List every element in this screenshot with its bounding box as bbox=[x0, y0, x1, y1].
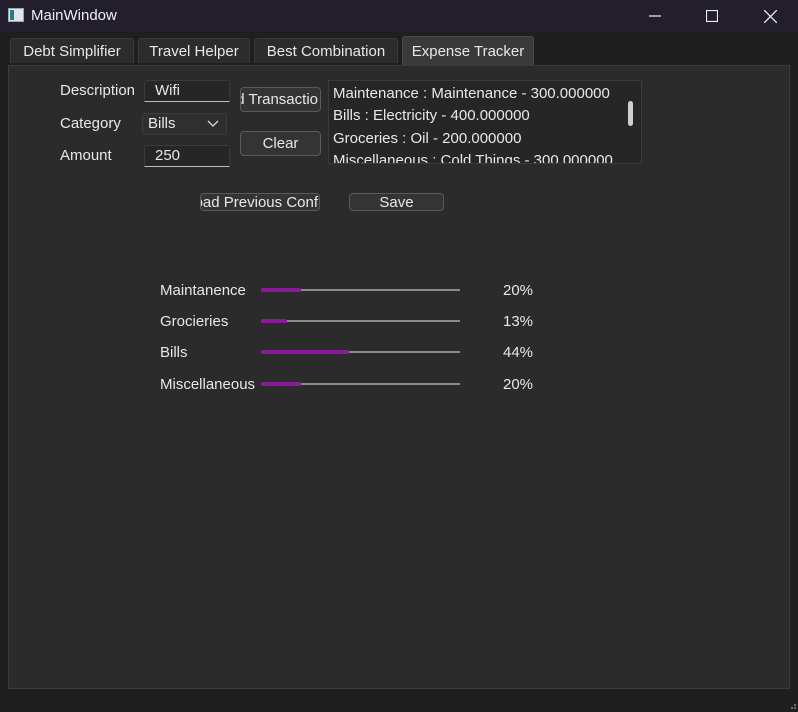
maximize-icon bbox=[706, 10, 718, 22]
maximize-button[interactable] bbox=[683, 0, 741, 32]
app-icon bbox=[8, 8, 24, 22]
tab-label: Best Combination bbox=[266, 42, 386, 60]
tab-label: Expense Tracker bbox=[411, 43, 525, 60]
tab-expense-tracker[interactable]: Expense Tracker bbox=[402, 36, 534, 66]
tab-debt-simplifier[interactable]: Debt Simplifier bbox=[10, 38, 134, 63]
clear-label: Clear bbox=[262, 135, 299, 152]
close-icon bbox=[763, 9, 777, 23]
miscellaneous-slider-fill bbox=[261, 382, 301, 386]
description-input[interactable]: Wifi bbox=[144, 80, 230, 102]
resize-grip-icon[interactable] bbox=[788, 701, 797, 710]
load-previous-config-button[interactable]: oad Previous Conf bbox=[200, 193, 320, 211]
window-title: MainWindow bbox=[31, 7, 117, 24]
bills-label: Bills bbox=[160, 344, 188, 361]
category-select[interactable]: Bills bbox=[142, 113, 227, 135]
bills-slider-fill bbox=[261, 350, 349, 354]
maintenance-label: Maintanence bbox=[160, 282, 246, 299]
category-label: Category bbox=[60, 115, 121, 132]
maintenance-slider-fill bbox=[261, 288, 301, 292]
list-scrollbar[interactable] bbox=[628, 101, 633, 126]
groceries-label: Grocieries bbox=[160, 313, 229, 330]
list-item[interactable]: Groceries : Oil - 200.000000 bbox=[333, 130, 521, 147]
save-label: Save bbox=[379, 193, 414, 211]
miscellaneous-percent: 20% bbox=[503, 376, 534, 393]
miscellaneous-label: Miscellaneous bbox=[160, 376, 256, 393]
close-button[interactable] bbox=[741, 0, 798, 32]
load-previous-label: oad Previous Conf bbox=[200, 193, 318, 211]
maintenance-percent: 20% bbox=[503, 282, 534, 299]
save-button[interactable]: Save bbox=[349, 193, 444, 211]
bills-percent: 44% bbox=[503, 344, 534, 361]
minimize-button[interactable] bbox=[626, 0, 684, 32]
amount-label: Amount bbox=[60, 147, 112, 164]
tab-label: Debt Simplifier bbox=[23, 42, 121, 60]
category-selected-value: Bills bbox=[148, 115, 176, 132]
add-transaction-label: ld Transactio bbox=[240, 91, 318, 108]
chevron-down-icon bbox=[207, 120, 219, 127]
groceries-slider[interactable] bbox=[261, 320, 460, 322]
groceries-slider-fill bbox=[261, 319, 287, 323]
list-item[interactable]: Miscellaneous : Cold Things - 300.000000 bbox=[333, 152, 613, 163]
list-item[interactable]: Bills : Electricity - 400.000000 bbox=[333, 107, 530, 124]
tab-label: Travel Helper bbox=[149, 42, 239, 60]
list-item[interactable]: Maintenance : Maintenance - 300.000000 bbox=[333, 85, 610, 102]
tab-best-combination[interactable]: Best Combination bbox=[254, 38, 398, 63]
amount-input[interactable]: 250 bbox=[144, 145, 230, 167]
minimize-icon bbox=[649, 15, 661, 17]
transaction-list[interactable]: Maintenance : Maintenance - 300.000000 B… bbox=[328, 80, 642, 164]
add-transaction-button[interactable]: ld Transactio bbox=[240, 87, 321, 112]
clear-button[interactable]: Clear bbox=[240, 131, 321, 156]
groceries-percent: 13% bbox=[503, 313, 534, 330]
tab-travel-helper[interactable]: Travel Helper bbox=[138, 38, 250, 63]
description-label: Description bbox=[60, 82, 136, 99]
